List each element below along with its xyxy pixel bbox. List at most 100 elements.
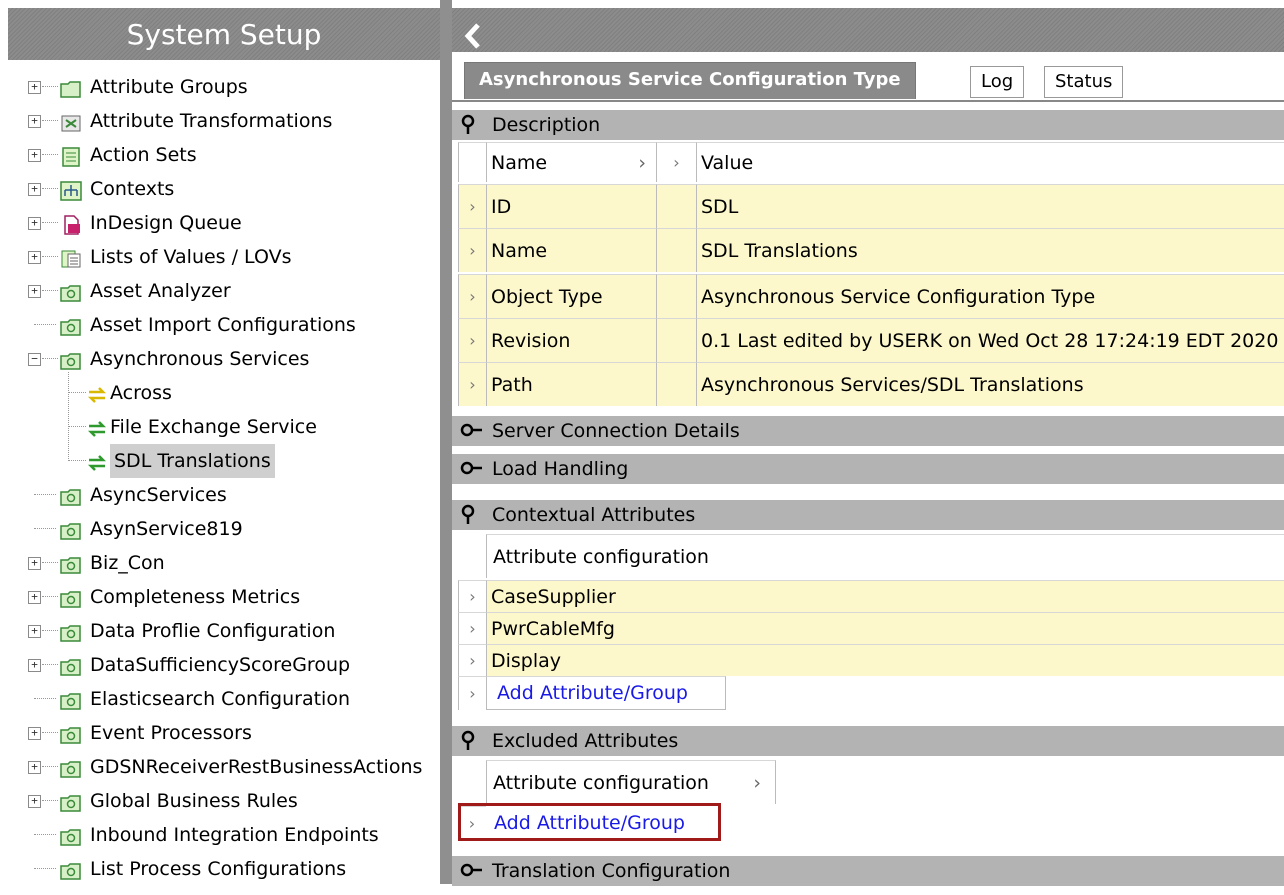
tree-node[interactable]: + InDesign Queue xyxy=(28,206,440,240)
contextual-attribute-row[interactable]: › PwrCableMfg xyxy=(458,612,1284,644)
expand-icon[interactable]: + xyxy=(28,217,41,230)
expand-icon[interactable]: + xyxy=(28,659,41,672)
row-expand-icon[interactable]: › xyxy=(458,274,486,318)
contextual-attribute-row[interactable]: › Display xyxy=(458,644,1284,676)
tree-connector xyxy=(42,800,58,801)
row-expand-icon[interactable]: › xyxy=(458,318,486,362)
tree-node[interactable]: + Action Sets xyxy=(28,138,440,172)
row-value[interactable]: Asynchronous Service Configuration Type xyxy=(696,274,1284,318)
tree-node[interactable]: + Global Business Rules xyxy=(28,784,440,818)
column-header-value[interactable]: Value xyxy=(696,142,1284,182)
row-expand-icon[interactable]: › xyxy=(458,184,486,228)
tree-node[interactable]: + Attribute Groups xyxy=(28,70,440,104)
tree-node-label: InDesign Queue xyxy=(90,212,242,234)
chevron-right-icon[interactable]: › xyxy=(656,142,696,182)
expand-icon[interactable]: + xyxy=(28,183,41,196)
row-handle-icon[interactable]: › xyxy=(458,676,486,710)
tree-connector xyxy=(34,494,56,495)
expand-icon[interactable]: + xyxy=(28,625,41,638)
tree-node-label: Asset Import Configurations xyxy=(90,314,356,336)
row-spacer xyxy=(656,318,696,362)
tree-node-label: Event Processors xyxy=(90,722,252,744)
expand-icon[interactable]: + xyxy=(28,285,41,298)
tree-node[interactable]: − Asynchronous Services xyxy=(28,342,440,376)
tree-connector xyxy=(42,290,58,291)
tree-node[interactable]: + Completeness Metrics xyxy=(28,580,440,614)
tree-node-label: Contexts xyxy=(90,178,175,200)
section-description[interactable]: Description xyxy=(452,110,1284,140)
row-expand-icon[interactable]: › xyxy=(458,644,486,676)
section-load-handling[interactable]: Load Handling xyxy=(452,454,1284,484)
section-server-connection[interactable]: Server Connection Details xyxy=(452,416,1284,446)
tab-log[interactable]: Log xyxy=(970,66,1025,98)
add-attribute-group-link[interactable]: Add Attribute/Group xyxy=(486,676,726,710)
contextual-attribute-row[interactable]: › CaseSupplier xyxy=(458,580,1284,612)
row-expand-icon[interactable]: › xyxy=(458,612,486,644)
tree-node[interactable]: + Asset Analyzer xyxy=(28,274,440,308)
tree-node[interactable]: + Contexts xyxy=(28,172,440,206)
tree-node-label: Attribute Transformations xyxy=(90,110,333,132)
row-value[interactable]: SDL Translations xyxy=(696,228,1284,272)
chevron-right-icon[interactable]: › xyxy=(753,772,761,794)
section-excluded-attributes[interactable]: Excluded Attributes xyxy=(452,726,1284,756)
tree-connector xyxy=(42,630,58,631)
collapse-left-icon[interactable] xyxy=(462,22,484,50)
tree-node[interactable]: + Data Proflie Configuration xyxy=(28,614,440,648)
tree-node[interactable]: Inbound Integration Endpoints xyxy=(28,818,440,852)
expand-icon[interactable]: + xyxy=(28,115,41,128)
row-spacer xyxy=(656,228,696,272)
tree-node[interactable]: + Lists of Values / LOVs xyxy=(28,240,440,274)
tree-node[interactable]: AsynService819 xyxy=(28,512,440,546)
tree-node[interactable]: + Biz_Con xyxy=(28,546,440,580)
tree-node[interactable]: Across xyxy=(28,376,440,410)
tree-connector xyxy=(42,256,58,257)
description-row[interactable]: › Path Asynchronous Services/SDL Translati… xyxy=(458,362,1284,406)
expand-icon[interactable]: + xyxy=(28,761,41,774)
column-header-attribute-config[interactable]: Attribute configuration › xyxy=(486,760,776,804)
description-row[interactable]: › Object Type Asynchronous Service Configu… xyxy=(458,274,1284,318)
system-setup-tree: + Attribute Groups + Attribute Transformati… xyxy=(28,70,440,886)
tree-node[interactable]: + Attribute Transformations xyxy=(28,104,440,138)
row-expand-icon[interactable]: › xyxy=(458,228,486,272)
row-value[interactable]: 0.1 Last edited by USERK on Wed Oct 28 1… xyxy=(696,318,1284,362)
tree-node[interactable]: List Process Configurations xyxy=(28,852,440,886)
setup-folder-icon xyxy=(60,654,82,676)
expand-icon[interactable]: + xyxy=(28,149,41,162)
tree-node[interactable]: SDL Translations xyxy=(28,444,440,478)
tab-async-service-config-type[interactable]: Asynchronous Service Configuration Type xyxy=(464,62,916,99)
column-header-attribute-config[interactable]: Attribute configuration xyxy=(486,534,1284,578)
tree-node[interactable]: + GDSNReceiverRestBusinessActions xyxy=(28,750,440,784)
chevron-right-icon[interactable]: › xyxy=(638,152,646,174)
description-row[interactable]: › ID SDL xyxy=(458,184,1284,228)
description-row[interactable]: › Revision 0.1 Last edited by USERK on Wed… xyxy=(458,318,1284,362)
tree-node[interactable]: File Exchange Service xyxy=(28,410,440,444)
description-row[interactable]: › Name SDL Translations xyxy=(458,228,1284,272)
section-contextual-attributes[interactable]: Contextual Attributes xyxy=(452,500,1284,530)
setup-folder-icon xyxy=(60,756,82,778)
row-expand-icon[interactable]: › xyxy=(458,362,486,406)
tree-node[interactable]: + Event Processors xyxy=(28,716,440,750)
row-value[interactable]: Asynchronous Services/SDL Translations xyxy=(696,362,1284,406)
row-expand-icon[interactable]: › xyxy=(458,580,486,612)
column-header-name[interactable]: Name › xyxy=(486,142,656,182)
expand-icon[interactable]: + xyxy=(28,727,41,740)
expand-icon[interactable]: + xyxy=(28,795,41,808)
tree-node[interactable]: Asset Import Configurations xyxy=(28,308,440,342)
expand-icon[interactable]: + xyxy=(28,251,41,264)
collapse-icon[interactable]: − xyxy=(28,353,41,366)
setup-folder-icon xyxy=(60,858,82,880)
expand-icon[interactable]: + xyxy=(28,81,41,94)
expand-icon[interactable]: + xyxy=(28,557,41,570)
setup-folder-icon xyxy=(60,620,82,642)
tree-node[interactable]: + DataSufficiencyScoreGroup xyxy=(28,648,440,682)
tree-node-label: File Exchange Service xyxy=(110,416,317,438)
row-value[interactable]: SDL xyxy=(696,184,1284,228)
panel-splitter[interactable] xyxy=(440,0,452,884)
expand-icon[interactable]: + xyxy=(28,591,41,604)
section-translation-configuration[interactable]: Translation Configuration xyxy=(452,856,1284,886)
system-setup-panel: System Setup + Attribute Groups + Attribute… xyxy=(0,0,440,884)
tree-node[interactable]: Elasticsearch Configuration xyxy=(28,682,440,716)
contextual-header-row: Attribute configuration xyxy=(458,534,1284,578)
tab-status[interactable]: Status xyxy=(1044,66,1124,98)
tree-node[interactable]: AsyncServices xyxy=(28,478,440,512)
